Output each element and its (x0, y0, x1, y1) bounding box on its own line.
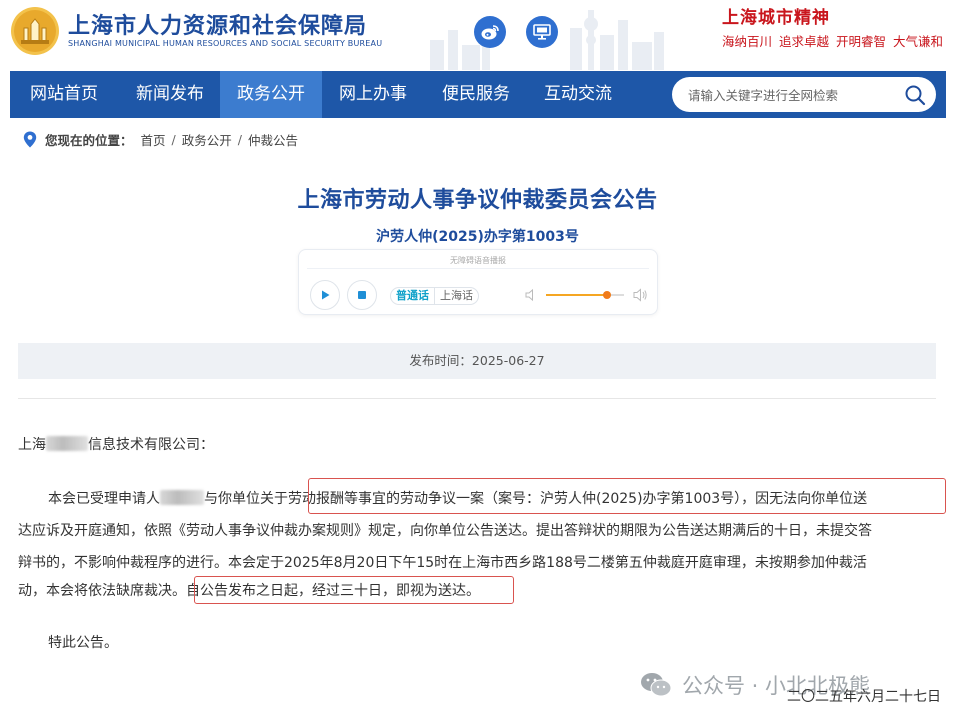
publish-label: 发布时间： (409, 353, 472, 368)
breadcrumb-separator: / (171, 132, 176, 147)
slogan: 大气谦和 (893, 34, 944, 49)
slogan: 开明睿智 (836, 34, 887, 49)
nav-item-home[interactable]: 网站首页 (10, 71, 118, 118)
search-input[interactable] (688, 85, 888, 105)
search-box (672, 77, 936, 112)
location-pin-icon (23, 131, 37, 148)
slogan: 海纳百川 (722, 34, 773, 49)
redacted-name (46, 436, 88, 451)
addressee: 上海 信息技术有限公司： (18, 434, 214, 454)
closing-text: 特此公告。 (48, 635, 118, 651)
publish-date: 2025-06-27 (471, 353, 545, 368)
volume-low-icon[interactable] (524, 288, 538, 302)
site-name[interactable]: 上海市人力资源和社会保障局 (68, 8, 367, 40)
search-icon[interactable] (904, 84, 926, 106)
breadcrumb: 您现在的位置： 首页 / 政务公开 / 仲裁公告 (23, 130, 298, 149)
nav-item-public-services[interactable]: 便民服务 (424, 71, 528, 118)
paragraph-line-2: 达应诉及开庭通知，依照《劳动人事争议仲裁办案规则》规定，向你单位公告送达。提出答… (18, 523, 872, 539)
city-spirit-title: 上海城市精神 (722, 8, 830, 28)
play-button[interactable] (310, 280, 340, 310)
addressee-suffix: 信息技术有限公司： (88, 437, 214, 453)
weibo-link[interactable] (474, 16, 506, 48)
site-name-en: SHANGHAI MUNICIPAL HUMAN RESOURCES AND S… (68, 39, 383, 48)
breadcrumb-arbitration[interactable]: 仲裁公告 (248, 130, 298, 149)
monitor-icon (533, 24, 551, 40)
document-number: 沪劳人仲(2025)办字第1003号 (376, 229, 579, 245)
breadcrumb-gov-affairs[interactable]: 政务公开 (182, 130, 232, 149)
main-nav: 网站首页 新闻发布 政务公开 网上办事 便民服务 互动交流 (10, 71, 946, 118)
city-spirit-slogans: 海纳百川 追求卓越 开明睿智 大气谦和 (722, 31, 950, 50)
volume-fill (546, 294, 607, 296)
site-header: 上海市人力资源和社会保障局 SHANGHAI MUNICIPAL HUMAN R… (0, 0, 955, 70)
language-toggle: 普通话 上海话 (390, 287, 479, 305)
stop-icon (358, 291, 366, 299)
pc-site-link[interactable] (526, 16, 558, 48)
page-title: 上海市劳动人事争议仲裁委员会公告 (297, 188, 658, 213)
lang-shanghainese-option[interactable]: 上海话 (434, 288, 478, 304)
breadcrumb-prefix: 您现在的位置： (45, 133, 133, 148)
paragraph-line-3: 辩书的，不影响仲裁程序的进行。本会定于2025年8月20日下午15时在上海市西乡… (18, 555, 867, 571)
text-segment: 动，本会将依法缺席裁决。 (18, 583, 186, 599)
weibo-icon (481, 25, 499, 40)
play-icon (322, 290, 330, 300)
nav-item-online-services[interactable]: 网上办事 (322, 71, 424, 118)
audio-player: 无障碍语音播报 普通话 上海话 (298, 249, 658, 315)
publish-info-bar: 发布时间：2025-06-27 (18, 343, 936, 379)
bureau-logo-icon[interactable] (10, 6, 60, 56)
player-divider (307, 268, 649, 269)
redacted-name (160, 490, 204, 505)
highlight-case-box (308, 478, 946, 514)
nav-item-news[interactable]: 新闻发布 (118, 71, 222, 118)
addressee-prefix: 上海 (18, 437, 46, 453)
breadcrumb-home[interactable]: 首页 (141, 130, 166, 149)
nav-item-gov-affairs[interactable]: 政务公开 (220, 71, 322, 118)
highlight-delivery-box (194, 576, 514, 604)
content-divider (18, 398, 936, 399)
lang-mandarin-option[interactable]: 普通话 (391, 288, 434, 304)
signature-date: 二〇二五年六月二十七日 (787, 689, 941, 705)
wechat-icon (641, 673, 672, 697)
slogan: 追求卓越 (779, 34, 830, 49)
text-segment: 本会已受理申请人 (48, 491, 160, 507)
volume-slider[interactable] (546, 291, 624, 299)
text-segment: 与你单位关于 (204, 491, 288, 507)
volume-knob[interactable] (602, 291, 611, 299)
breadcrumb-separator: / (237, 132, 242, 147)
volume-high-icon[interactable] (632, 287, 648, 303)
player-caption: 无障碍语音播报 (450, 256, 506, 265)
stop-button[interactable] (347, 280, 377, 310)
nav-item-interaction[interactable]: 互动交流 (528, 71, 628, 118)
